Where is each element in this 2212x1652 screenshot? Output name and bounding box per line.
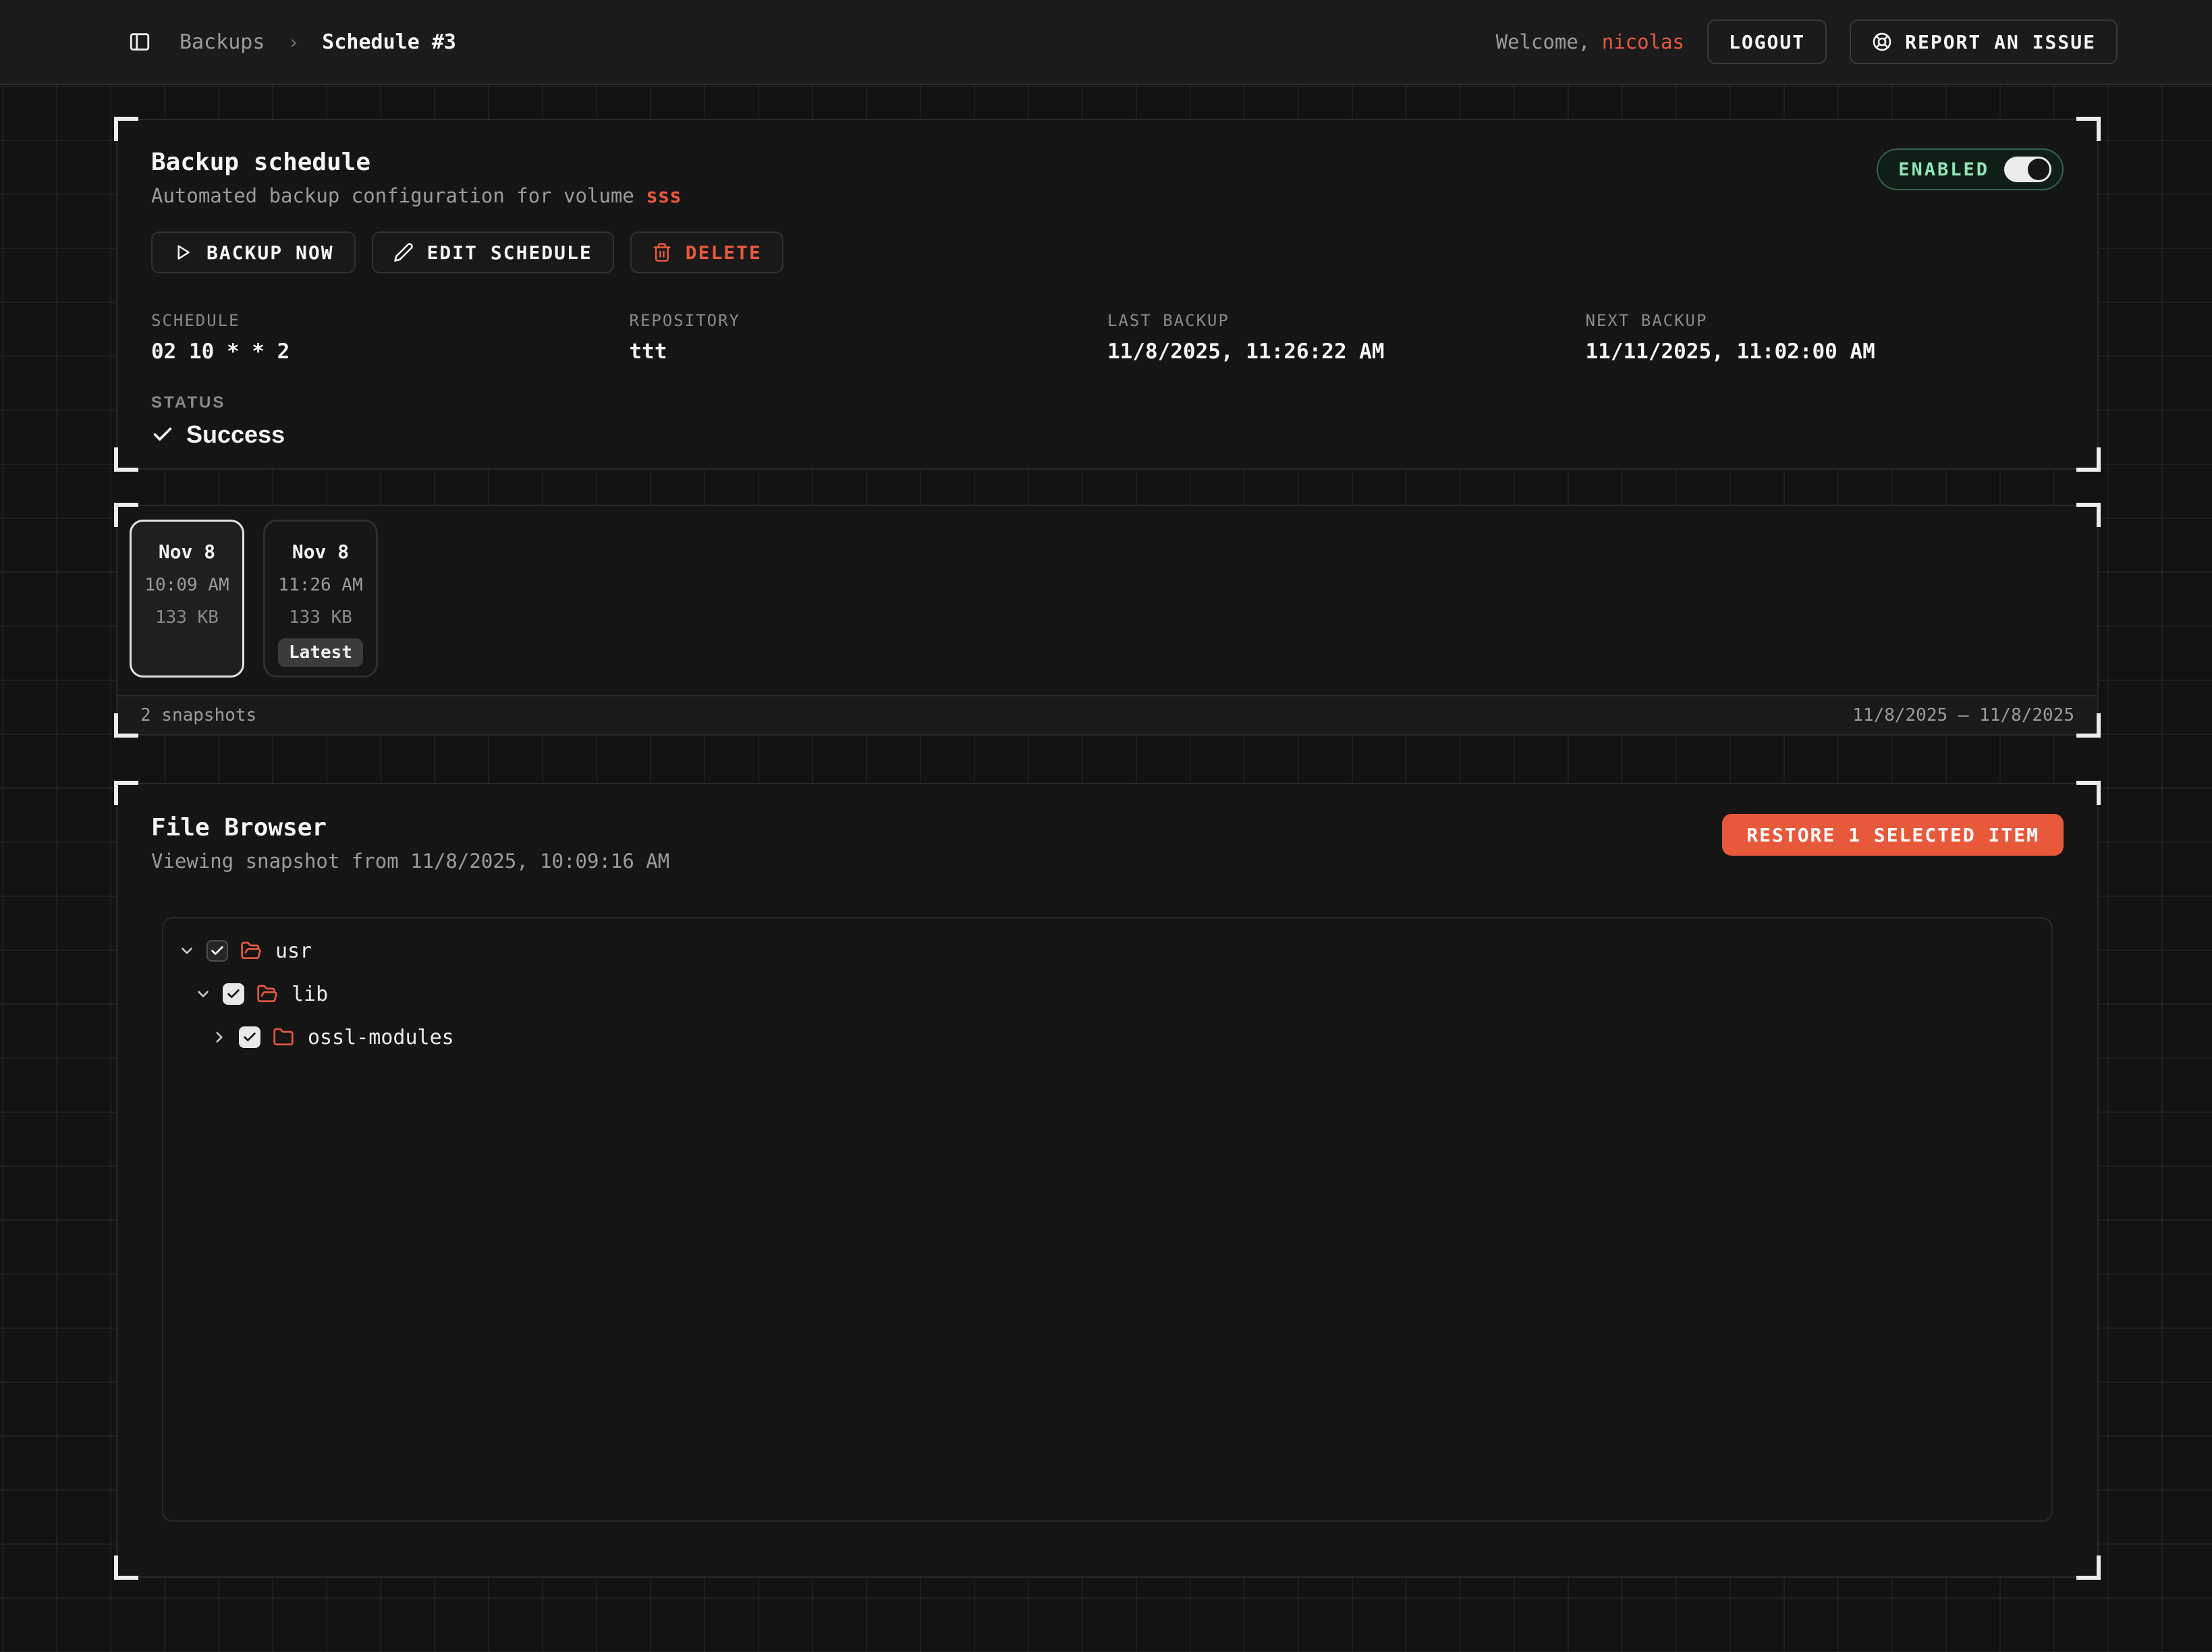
topbar: Backups › Schedule #3 Welcome, nicolas L… [0,0,2212,85]
snapshot-time: 11:26 AM [278,575,362,595]
breadcrumb-current: Schedule #3 [322,30,456,54]
status-text: Success [186,420,285,449]
breadcrumb-separator: › [287,31,299,53]
field-label: LAST BACKUP [1107,311,1586,330]
snapshot-size: 133 KB [289,607,352,628]
snapshot-date-range: 11/8/2025 – 11/8/2025 [1852,705,2074,725]
subtitle-prefix: Automated backup configuration for volum… [151,184,646,207]
snapshot-strip: Nov 8 10:09 AM 133 KB Nov 8 11:26 AM 133… [117,506,2097,678]
tree-item-label[interactable]: usr [275,939,312,963]
corner-bracket-icon [2076,503,2101,527]
status-label: STATUS [151,393,2064,412]
status-value: Success [151,420,2064,449]
field-schedule: SCHEDULE 02 10 * * 2 [151,311,630,364]
corner-bracket-icon [2076,781,2101,805]
backup-now-button[interactable]: BACKUP NOW [151,231,356,273]
backup-now-label: BACKUP NOW [206,242,334,264]
snapshot-date: Nov 8 [292,541,349,563]
snapshot-time: 10:09 AM [144,575,229,595]
welcome-prefix: Welcome, [1496,30,1602,53]
corner-bracket-icon [2076,713,2101,738]
field-repository: REPOSITORY ttt [630,311,1108,364]
tree-item-label[interactable]: lib [292,983,328,1006]
field-label: REPOSITORY [630,311,1108,330]
snapshot-count: 2 snapshots [140,705,256,725]
file-tree: usr lib ossl-modules [162,917,2053,1522]
toggle-switch[interactable] [2004,157,2051,182]
field-value: ttt [630,339,1108,364]
folder-open-icon [240,940,262,962]
lifebuoy-icon [1871,31,1893,53]
field-label: SCHEDULE [151,311,630,330]
toggle-knob [2028,159,2049,180]
field-label: NEXT BACKUP [1586,311,2064,330]
file-browser-title: File Browser [151,814,669,842]
restore-selected-button[interactable]: RESTORE 1 SELECTED ITEM [1722,814,2064,856]
volume-name: sss [646,184,681,207]
field-value: 11/8/2025, 11:26:22 AM [1107,339,1586,364]
chevron-down-icon[interactable] [177,942,197,960]
schedule-panel-subtitle: Automated backup configuration for volum… [151,184,682,207]
breadcrumb-parent[interactable]: Backups [179,30,265,54]
play-icon [173,242,193,263]
logout-button-label: LOGOUT [1729,31,1805,53]
snapshot-card-selected[interactable]: Nov 8 10:09 AM 133 KB [130,520,244,678]
pencil-icon [393,242,414,263]
tree-row-lib: lib [177,972,2038,1016]
corner-bracket-icon [114,117,138,141]
corner-bracket-icon [114,713,138,738]
checkbox-ossl-modules[interactable] [239,1026,260,1048]
folder-icon [273,1026,294,1048]
snapshot-footer: 2 snapshots 11/8/2025 – 11/8/2025 [117,695,2097,734]
corner-bracket-icon [114,447,138,472]
enabled-label: ENABLED [1898,159,1989,180]
field-last-backup: LAST BACKUP 11/8/2025, 11:26:22 AM [1107,311,1586,364]
delete-button[interactable]: DELETE [630,231,783,273]
report-issue-label: REPORT AN ISSUE [1905,31,2096,53]
delete-label: DELETE [686,242,762,264]
tree-item-label[interactable]: ossl-modules [308,1026,454,1049]
tree-row-ossl-modules: ossl-modules [177,1016,2038,1059]
backup-schedule-panel: Backup schedule Automated backup configu… [116,119,2099,470]
welcome-text: Welcome, nicolas [1496,30,1684,53]
logout-button[interactable]: LOGOUT [1707,20,1827,64]
tree-row-usr: usr [177,929,2038,972]
restore-selected-label: RESTORE 1 SELECTED ITEM [1746,824,2039,846]
snapshots-panel: Nov 8 10:09 AM 133 KB Nov 8 11:26 AM 133… [116,505,2099,736]
file-browser-panel: File Browser Viewing snapshot from 11/8/… [116,783,2099,1578]
corner-bracket-icon [2076,447,2101,472]
status-block: STATUS Success [151,393,2064,449]
report-issue-button[interactable]: REPORT AN ISSUE [1850,20,2118,64]
chevron-right-icon[interactable] [209,1028,229,1046]
schedule-fields: SCHEDULE 02 10 * * 2 REPOSITORY ttt LAST… [151,311,2064,364]
edit-schedule-button[interactable]: EDIT SCHEDULE [372,231,614,273]
corner-bracket-icon [114,1555,138,1580]
snapshot-size: 133 KB [155,607,219,628]
corner-bracket-icon [114,781,138,805]
corner-bracket-icon [2076,1555,2101,1580]
snapshot-card-latest[interactable]: Nov 8 11:26 AM 133 KB Latest [263,520,378,678]
corner-bracket-icon [2076,117,2101,141]
field-value: 11/11/2025, 11:02:00 AM [1586,339,2064,364]
folder-open-icon [256,983,278,1005]
file-browser-subtitle: Viewing snapshot from 11/8/2025, 10:09:1… [151,850,669,873]
enabled-toggle[interactable]: ENABLED [1877,148,2064,190]
checkbox-usr[interactable] [206,940,228,962]
snapshot-date: Nov 8 [159,541,215,563]
field-next-backup: NEXT BACKUP 11/11/2025, 11:02:00 AM [1586,311,2064,364]
sidebar-panel-icon [128,30,151,53]
field-value: 02 10 * * 2 [151,339,630,364]
trash-icon [652,242,672,263]
edit-schedule-label: EDIT SCHEDULE [427,242,592,264]
corner-bracket-icon [114,503,138,527]
sidebar-toggle-button[interactable] [128,30,151,53]
latest-badge: Latest [278,638,363,667]
checkbox-lib[interactable] [223,983,244,1005]
username: nicolas [1602,30,1684,53]
schedule-panel-title: Backup schedule [151,148,682,176]
breadcrumb: Backups › Schedule #3 [179,30,456,54]
chevron-down-icon[interactable] [193,985,213,1003]
check-icon [151,423,174,446]
